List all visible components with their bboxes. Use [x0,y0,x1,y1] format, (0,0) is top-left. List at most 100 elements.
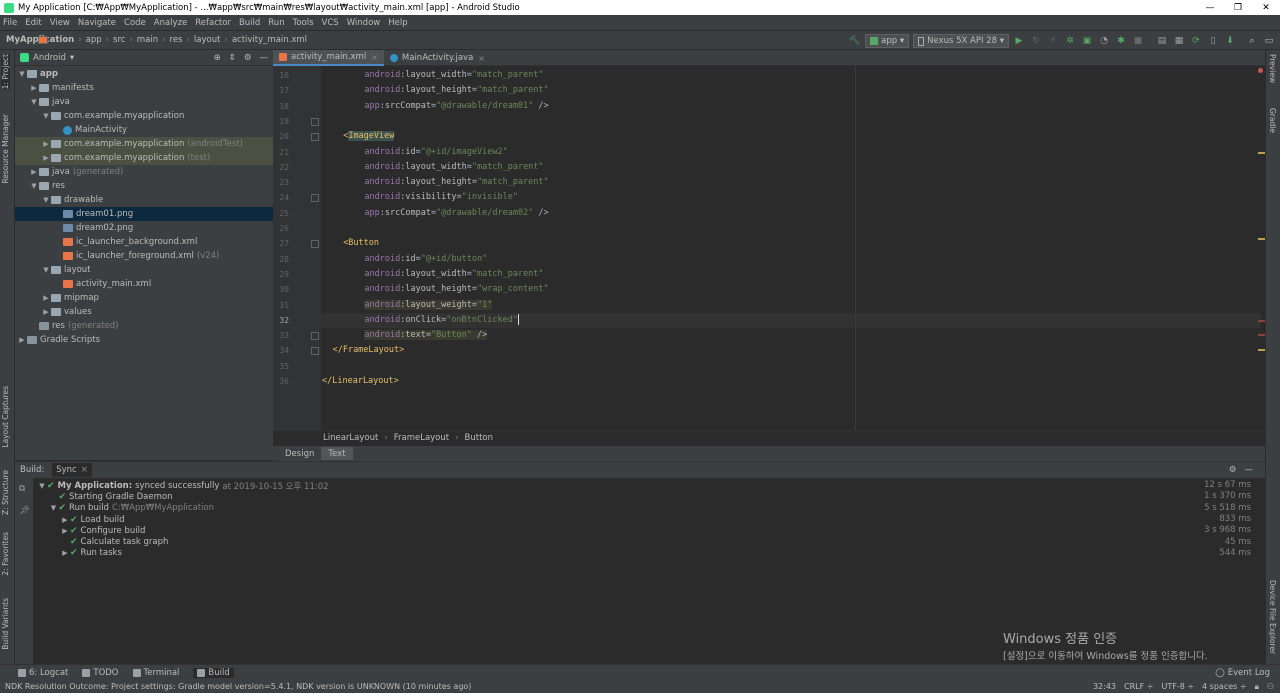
menu-tools[interactable]: Tools [293,18,314,28]
close-icon[interactable]: × [81,465,88,475]
chevron-right-icon[interactable]: ▶ [41,308,51,316]
chevron-down-icon[interactable]: ▼ [41,112,51,120]
hammer-icon[interactable]: 🔨︎ [847,34,861,48]
tree-item[interactable]: ▶ Gradle Scripts [15,333,273,347]
sync-gradle-icon[interactable]: ⟳ [1189,34,1203,48]
chevron-right-icon[interactable]: ▶ [41,140,51,148]
debug-icon[interactable]: ✲ [1063,34,1077,48]
editor-tab[interactable]: MainActivity.java × [384,50,491,66]
bottom-tab-build[interactable]: Build [193,667,234,678]
tree-item[interactable]: ▶ com.example.myapplication (test) [15,151,273,165]
tree-item[interactable]: ▼ com.example.myapplication [15,109,273,123]
hide-icon[interactable]: — [260,53,269,63]
status-message[interactable]: NDK Resolution Outcome: Project settings… [5,682,471,691]
chevron-down-icon[interactable]: ▼ [41,266,51,274]
build-tree-row[interactable]: ▶ ✔ Load build [33,514,124,525]
menu-window[interactable]: Window [347,18,381,28]
close-button[interactable]: ✕ [1252,3,1280,13]
structure-crumb[interactable]: FrameLayout [394,433,449,443]
tree-item[interactable]: dream02.png [15,221,273,235]
chevron-right-icon[interactable]: ▶ [41,294,51,302]
build-tree-row[interactable]: ▶ ✔ Run tasks [33,548,122,559]
tool-tab-layout-captures[interactable]: Layout Captures [1,386,10,448]
chevron-down-icon[interactable]: ▼ [49,504,59,512]
gear-icon[interactable]: ⚙ [1229,465,1237,475]
chevron-down-icon[interactable]: ▼ [37,482,47,490]
tree-item[interactable]: ▼ drawable [15,193,273,207]
structure-crumb[interactable]: Button [465,433,493,443]
menu-run[interactable]: Run [268,18,284,28]
search-icon[interactable]: ⌕ [1245,34,1259,48]
error-stripe[interactable] [1256,66,1265,430]
collapse-icon[interactable]: ⇕ [229,53,236,63]
rerun-icon[interactable]: ↻ [1029,34,1043,48]
close-icon[interactable]: × [478,54,485,63]
menu-analyze[interactable]: Analyze [154,18,188,28]
tree-item[interactable]: dream01.png [15,207,273,221]
tool-tab-preview[interactable]: Preview [1268,54,1277,83]
chevron-down-icon[interactable]: ▾ [70,53,74,63]
tool-tab-project[interactable]: 1: Project [1,54,10,90]
tool-tab-gradle[interactable]: Gradle [1268,108,1277,133]
apply-changes-icon[interactable]: ⚡ [1046,34,1060,48]
user-icon[interactable]: ▭ [1262,34,1276,48]
tree-item[interactable]: ▼ app [15,67,273,81]
run-icon[interactable]: ▶ [1012,34,1026,48]
chevron-right-icon[interactable]: ▶ [60,527,70,535]
line-separator[interactable]: CRLF ÷ [1124,682,1153,692]
structure-crumb[interactable]: LinearLayout [323,433,378,443]
profile-icon[interactable]: ◔ [1097,34,1111,48]
tool-tab-device-file-explorer[interactable]: Device File Explorer [1268,580,1277,654]
tree-item[interactable]: ic_launcher_foreground.xml (v24) [15,249,273,263]
tree-item[interactable]: ▶ values [15,305,273,319]
close-icon[interactable]: × [371,53,378,62]
tree-item[interactable]: activity_main.xml [15,277,273,291]
chevron-right-icon[interactable]: ▶ [29,84,39,92]
chevron-right-icon[interactable]: ▶ [41,154,51,162]
code-editor[interactable]: android:layout_width="match_parent" andro… [321,66,1265,430]
tree-item[interactable]: ▼ java [15,95,273,109]
tool-tab-build-variants[interactable]: Build Variants [1,598,10,650]
minimize-button[interactable]: — [1196,3,1224,13]
chevron-down-icon[interactable]: ▼ [29,98,39,106]
menu-help[interactable]: Help [388,18,407,28]
indent-setting[interactable]: 4 spaces ÷ [1202,682,1247,692]
lock-icon[interactable]: 🔒︎ [1255,682,1259,692]
menu-code[interactable]: Code [124,18,146,28]
menu-edit[interactable]: Edit [25,18,41,28]
build-tree-row[interactable]: ▼ ✔ My Application: synced successfully at 2… [33,480,328,492]
project-structure-icon[interactable]: ▤ [1155,34,1169,48]
build-tree-row[interactable]: ✔ Calculate task graph [33,537,168,548]
fold-marker-icon[interactable] [311,332,319,341]
chevron-right-icon[interactable]: ▶ [17,336,27,344]
breadcrumb-item[interactable]: layout › [38,35,228,45]
menu-view[interactable]: View [50,18,70,28]
fold-marker-icon[interactable] [311,133,319,142]
menu-navigate[interactable]: Navigate [78,18,116,28]
tab-design[interactable]: Design [278,447,321,460]
chevron-right-icon[interactable]: ▶ [60,549,70,557]
tab-sync[interactable]: Sync × [52,463,92,477]
bottom-tab-todo[interactable]: TODO [82,668,119,678]
run-config-select[interactable]: app ▾ [865,34,910,48]
stop-icon[interactable]: ■ [1131,34,1145,48]
tree-item[interactable]: ▶ java (generated) [15,165,273,179]
attach-debugger-icon[interactable]: ✱ [1114,34,1128,48]
fold-marker-icon[interactable] [311,240,319,249]
tree-item[interactable]: ▼ layout [15,263,273,277]
tree-item[interactable]: ▶ com.example.myapplication (androidTest) [15,137,273,151]
maximize-button[interactable]: ❐ [1224,3,1252,13]
event-log-tab[interactable]: ◯ Event Log [1215,668,1280,678]
fold-marker-icon[interactable] [311,347,319,356]
project-view-select[interactable]: Android [33,53,66,63]
tree-item[interactable]: ▼ res [15,179,273,193]
device-select[interactable]: Nexus 5X API 28 ▾ [913,34,1009,48]
breadcrumb-item[interactable]: activity_main.xml [38,35,307,45]
chevron-right-icon[interactable]: ▶ [60,516,70,524]
breadcrumb-item[interactable]: res › [38,35,190,45]
breadcrumb-item[interactable]: main › [38,35,166,45]
tool-tab-resource-manager[interactable]: Resource Manager [1,114,10,184]
gear-icon[interactable]: ⚙ [244,53,252,63]
hide-icon[interactable]: — [1245,465,1254,475]
tool-tab-favorites[interactable]: 2: Favorites [1,532,10,576]
